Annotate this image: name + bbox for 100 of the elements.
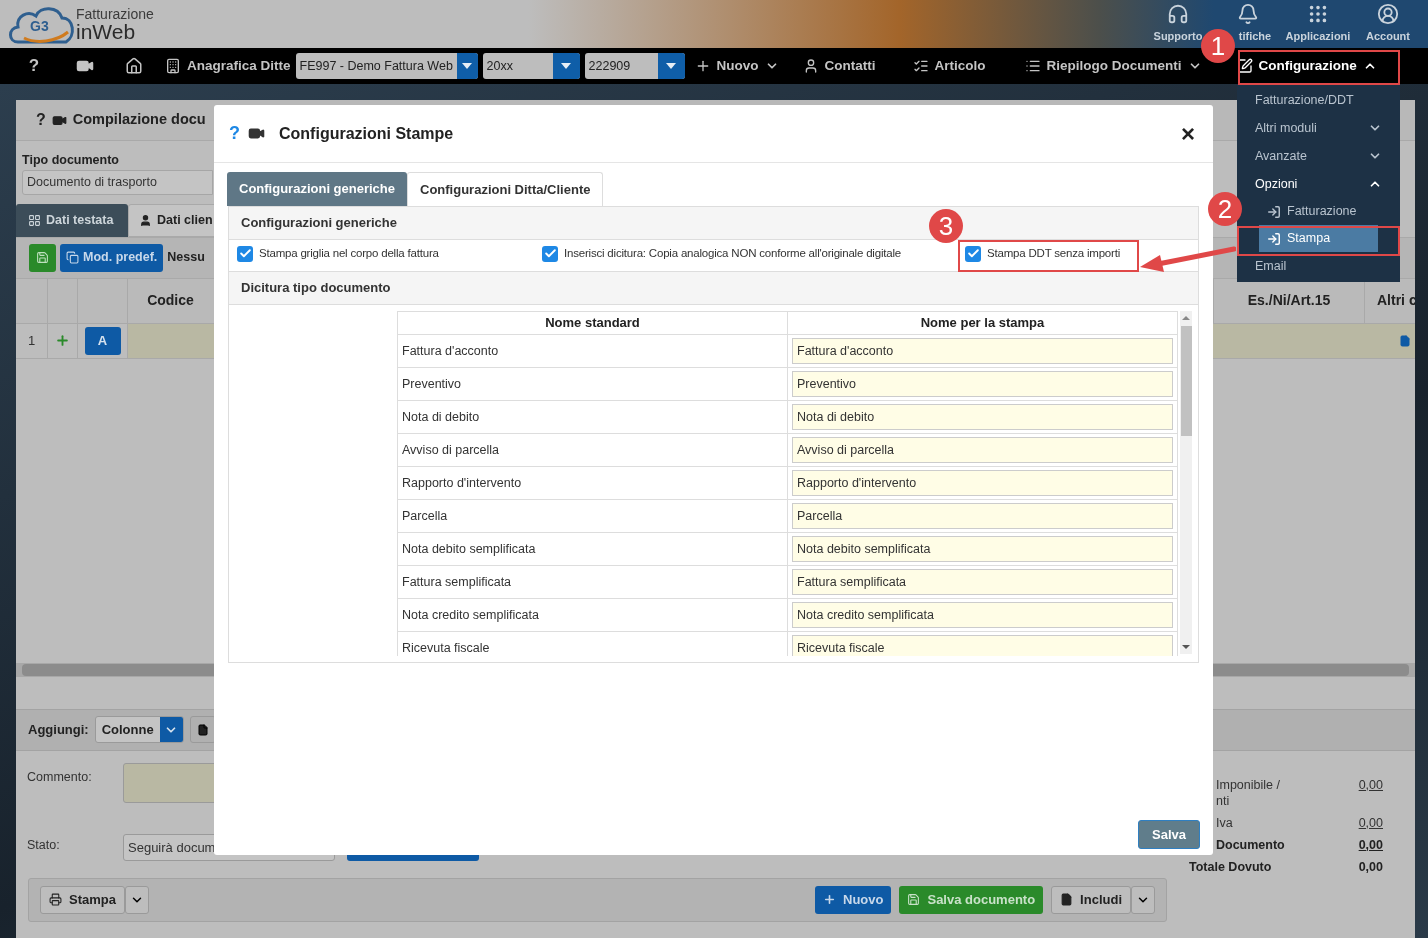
checkbox[interactable] <box>542 245 558 262</box>
help-icon[interactable]: ? <box>22 53 46 79</box>
action-button[interactable]: Stampa <box>40 885 125 914</box>
action-button[interactable]: Includi <box>1051 885 1131 914</box>
checkbox[interactable] <box>965 245 981 262</box>
list-icon <box>1024 58 1041 74</box>
home-icon[interactable] <box>125 57 143 75</box>
user-icon <box>139 213 152 227</box>
document-icon <box>1060 893 1074 907</box>
menu-item[interactable]: Fatturazione <box>1259 198 1378 225</box>
select-field[interactable]: 222909 <box>584 53 685 79</box>
input-field[interactable]: Rapporto d'intervento <box>792 470 1173 496</box>
close-button[interactable]: × <box>1181 121 1195 146</box>
scroll-down-icon[interactable] <box>1182 643 1190 651</box>
field-label: Tipo documento <box>22 152 120 169</box>
caret-icon <box>666 63 677 69</box>
table-cell: Ricevuta fiscale <box>398 632 788 656</box>
total-value[interactable]: 0,00 <box>1358 836 1383 853</box>
input-field[interactable]: Nota credito semplificata <box>792 602 1173 628</box>
table-cell: Nota debito semplificata <box>398 533 788 565</box>
table-cell: Parcella <box>398 500 788 532</box>
page-title: Compilazione docu <box>72 110 206 130</box>
field-label: Commento: <box>27 768 93 786</box>
modal-title: Configurazioni Stampe <box>279 123 454 144</box>
input-field[interactable]: Parcella <box>792 503 1173 529</box>
grid-icon <box>28 213 41 227</box>
dropdown-button[interactable] <box>124 885 149 914</box>
printer-icon <box>49 893 62 907</box>
logo-mark: G3 <box>30 17 49 36</box>
scrollbar[interactable] <box>1180 311 1192 654</box>
row-button[interactable]: A <box>84 326 121 355</box>
header-action[interactable]: Applicazioni <box>1283 3 1353 45</box>
input-field[interactable]: Avviso di parcella <box>792 437 1173 463</box>
caret-icon <box>561 63 572 69</box>
table-cell: Avviso di parcella <box>398 434 788 466</box>
template-button[interactable]: Mod. predef. <box>60 243 164 272</box>
document-icon[interactable] <box>196 723 209 736</box>
help-icon[interactable]: ? <box>36 108 46 132</box>
select-field[interactable]: FE997 - Demo Fattura Web <box>295 53 478 79</box>
checkbox-option[interactable]: Stampa DDT senza importi <box>965 245 1121 263</box>
nav-link[interactable]: Articolo <box>902 55 1015 77</box>
row-number: 1 <box>16 323 48 358</box>
input-field[interactable]: Nota di debito <box>792 404 1173 430</box>
checklist-icon <box>912 58 929 74</box>
select-field[interactable]: 20xx <box>482 53 580 79</box>
menu-item[interactable]: Avanzate <box>1255 142 1382 170</box>
plus-icon[interactable] <box>55 333 70 349</box>
bell-icon <box>1237 3 1259 26</box>
header-action[interactable]: Account <box>1353 3 1423 45</box>
section-header: Dicitura tipo documento <box>229 272 1198 305</box>
menu-item[interactable]: Stampa <box>1259 225 1378 252</box>
total-value[interactable]: 0,00 <box>1358 814 1383 831</box>
tab[interactable]: Dati testata <box>16 203 128 237</box>
nav-link[interactable]: Nuovo <box>684 55 793 77</box>
menu-item[interactable]: Fatturazione/DDT <box>1255 86 1382 114</box>
field-label: Stato: <box>27 837 61 854</box>
checkbox-option[interactable]: Stampa griglia nel corpo della fattura <box>237 245 439 263</box>
input-field[interactable]: Nota debito semplificata <box>792 536 1173 562</box>
table-cell: Preventivo <box>398 368 788 400</box>
menu-item[interactable]: Altri moduli <box>1255 114 1382 142</box>
template-text: Nessu <box>167 249 205 267</box>
copy-icon <box>66 251 79 265</box>
input-field[interactable]: Ricevuta fiscale <box>792 635 1173 656</box>
total-label: Iva <box>1216 814 1233 831</box>
total-label: Documento <box>1216 836 1285 853</box>
column-header: Nome standard <box>398 312 788 334</box>
table-cell: Nota di debito <box>398 401 788 433</box>
table-cell: Rapporto d'intervento <box>398 467 788 499</box>
sign-in-icon <box>1267 204 1281 219</box>
caret-icon <box>462 63 473 69</box>
save-icon <box>907 893 921 907</box>
column-header: Nome per la stampa <box>919 314 1046 333</box>
table-cell: Fattura d'acconto <box>398 335 788 367</box>
save-button[interactable] <box>29 243 56 272</box>
input-field[interactable]: Preventivo <box>792 371 1173 397</box>
save-button[interactable]: Salva <box>1138 820 1200 849</box>
total-value: 0,00 <box>1358 858 1383 875</box>
headphones-icon <box>1167 3 1189 26</box>
total-value[interactable]: 0,00 <box>1358 776 1383 809</box>
input-field[interactable]: Fattura semplificata <box>792 569 1173 595</box>
select-field[interactable]: Colonne <box>94 716 184 744</box>
plus-icon <box>823 893 836 907</box>
nav-link[interactable]: Contatti <box>792 55 903 77</box>
action-button[interactable]: Nuovo <box>815 885 892 914</box>
building-icon[interactable] <box>165 58 181 74</box>
help-icon[interactable]: ? <box>229 120 240 147</box>
input-field[interactable]: Fattura d'acconto <box>792 338 1173 364</box>
menu-item[interactable]: Opzioni <box>1255 170 1382 198</box>
checkbox-option[interactable]: Inserisci dicitura: Copia analogica NON conforme all'originale digitale <box>542 245 901 263</box>
dropdown-button[interactable] <box>1131 885 1155 914</box>
add-label: Aggiungi: <box>28 721 89 739</box>
user-icon <box>1377 3 1399 26</box>
menu-item[interactable]: Email <box>1255 252 1382 280</box>
tab[interactable]: Configurazioni generiche <box>227 172 407 206</box>
company-link[interactable]: Anagrafica Ditte <box>187 55 291 77</box>
select-field[interactable]: Documento di trasporto <box>22 169 213 195</box>
total-label: Totale Dovuto <box>1189 858 1272 875</box>
checkbox[interactable] <box>237 245 253 262</box>
sign-in-icon <box>1267 231 1281 246</box>
tab[interactable]: Configurazioni Ditta/Cliente <box>407 172 604 206</box>
